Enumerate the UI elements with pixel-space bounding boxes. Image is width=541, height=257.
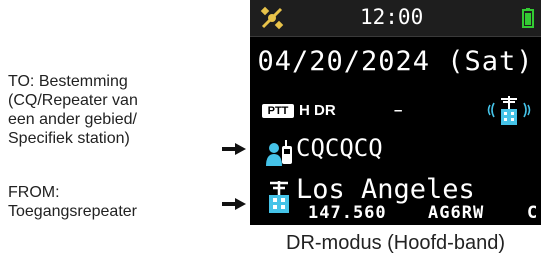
repeater-callsign: AG6RW	[428, 203, 485, 223]
status-bar: 12:00	[250, 0, 541, 37]
caption: DR-modus (Hoofd-band)	[286, 232, 505, 254]
arrow-icon	[222, 198, 246, 210]
from-annotation: FROM: Toegangsrepeater	[8, 183, 208, 221]
to-annotation-line: Specifiek station)	[8, 130, 130, 147]
from-annotation-line: Toegangsrepeater	[8, 203, 137, 220]
to-annotation-line: een ander gebied/	[8, 111, 137, 128]
radio-display: 12:00 04/20/2024 (Sat) PTT H DR – CQCQCQ…	[250, 0, 541, 225]
mode-label: DR	[314, 102, 336, 119]
offset-indicator: –	[394, 102, 403, 119]
repeater-signal-icon	[487, 96, 531, 125]
power-level: H	[299, 102, 310, 119]
repeater-icon	[269, 181, 289, 213]
to-annotation-line: (CQ/Repeater van	[8, 92, 138, 109]
person-radio-icon	[266, 140, 292, 166]
to-callsign: CQCQCQ	[296, 134, 383, 162]
arrow-icon	[222, 143, 246, 155]
clock: 12:00	[360, 5, 424, 29]
from-repeater-name: Los Angeles	[296, 174, 475, 205]
frequency: 147.560	[308, 203, 387, 223]
from-annotation-line: FROM:	[8, 184, 60, 201]
date-display: 04/20/2024 (Sat)	[257, 46, 534, 77]
battery-icon	[522, 8, 534, 28]
satellite-icon	[260, 6, 284, 30]
module-suffix: C	[527, 203, 538, 223]
to-annotation: TO: Bestemming (CQ/Repeater van een ande…	[8, 72, 208, 148]
ptt-badge: PTT	[262, 104, 294, 118]
to-annotation-line: TO: Bestemming	[8, 73, 128, 90]
